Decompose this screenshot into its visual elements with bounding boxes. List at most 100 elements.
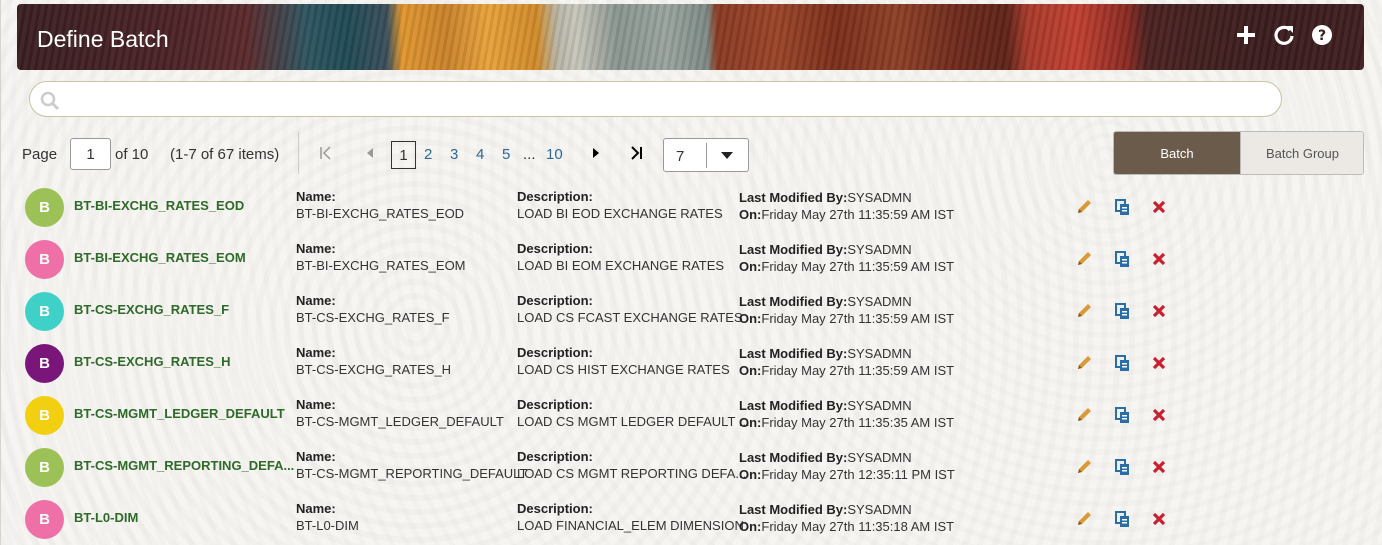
last-modified-by-label: Last Modified By: — [739, 242, 848, 257]
edit-icon[interactable] — [1074, 509, 1094, 529]
avatar: B — [25, 500, 64, 539]
edit-icon[interactable] — [1074, 197, 1094, 217]
last-modified-on-label: On: — [739, 363, 762, 378]
batch-code-link[interactable]: BT-L0-DIM — [74, 510, 138, 525]
search-icon — [40, 91, 60, 116]
last-modified-on-label: On: — [739, 207, 762, 222]
copy-icon[interactable] — [1113, 405, 1133, 425]
last-modified-on-value: Friday May 27th 12:35:11 PM IST — [761, 467, 955, 482]
page-link-5[interactable]: 5 — [502, 146, 510, 163]
last-modified-on-label: On: — [739, 311, 762, 326]
description-label: Description: — [517, 397, 593, 412]
add-icon[interactable] — [1234, 23, 1258, 47]
tab-batch[interactable]: Batch — [1114, 132, 1240, 174]
last-modified-on: On:Friday May 27th 11:35:18 AM IST — [739, 519, 954, 534]
name-value: BT-CS-EXCHG_RATES_F — [296, 310, 450, 325]
page-link-10[interactable]: 10 — [546, 146, 563, 163]
last-modified-by: Last Modified By:SYSADMN — [739, 398, 912, 413]
avatar: B — [25, 448, 64, 487]
name-label: Name: — [296, 501, 336, 516]
first-page-icon[interactable] — [318, 145, 334, 165]
last-modified-by-value: SYSADMN — [847, 398, 912, 413]
edit-icon[interactable] — [1074, 353, 1094, 373]
page-number-input[interactable]: 1 — [70, 138, 111, 170]
last-modified-by: Last Modified By:SYSADMN — [739, 242, 912, 257]
last-modified-by-value: SYSADMN — [847, 190, 912, 205]
delete-icon[interactable] — [1149, 197, 1169, 217]
batch-code-link[interactable]: BT-CS-EXCHG_RATES_H — [74, 354, 231, 369]
delete-icon[interactable] — [1149, 301, 1169, 321]
name-label: Name: — [296, 241, 336, 256]
edit-icon[interactable] — [1074, 249, 1094, 269]
page-link-current[interactable]: 1 — [391, 141, 416, 169]
last-modified-on-label: On: — [739, 467, 762, 482]
edit-icon[interactable] — [1074, 301, 1094, 321]
delete-icon[interactable] — [1149, 249, 1169, 269]
copy-icon[interactable] — [1113, 249, 1133, 269]
view-toggle: Batch Batch Group — [1113, 131, 1364, 175]
page-link-3[interactable]: 3 — [450, 146, 458, 163]
delete-icon[interactable] — [1149, 509, 1169, 529]
last-modified-by: Last Modified By:SYSADMN — [739, 502, 912, 517]
copy-icon[interactable] — [1113, 197, 1133, 217]
last-modified-on: On:Friday May 27th 11:35:59 AM IST — [739, 311, 954, 326]
name-value: BT-CS-MGMT_REPORTING_DEFAULT — [296, 466, 528, 481]
batch-code-link[interactable]: BT-CS-MGMT_LEDGER_DEFAULT — [74, 406, 285, 421]
refresh-icon[interactable] — [1272, 23, 1296, 47]
last-modified-on: On:Friday May 27th 11:35:59 AM IST — [739, 259, 954, 274]
app-frame: Define Batch ? Page 1 of 10 (1-7 of 67 i… — [0, 0, 1382, 545]
page-ellipsis: ... — [523, 146, 536, 163]
page-link-2[interactable]: 2 — [424, 146, 432, 163]
name-value: BT-CS-EXCHG_RATES_H — [296, 362, 452, 377]
search-input[interactable] — [66, 86, 1266, 112]
tab-batch-group[interactable]: Batch Group — [1240, 132, 1363, 174]
batch-code-link[interactable]: BT-CS-MGMT_REPORTING_DEFA... — [74, 458, 294, 473]
page-link-4[interactable]: 4 — [476, 146, 484, 163]
last-modified-on: On:Friday May 27th 11:35:59 AM IST — [739, 207, 954, 222]
page-size-select[interactable]: 7 — [663, 138, 749, 172]
description-value: LOAD CS HIST EXCHANGE RATES — [517, 362, 730, 377]
avatar: B — [25, 396, 64, 435]
list-item: B BT-L0-DIM Name: BT-L0-DIM Description: LOAD… — [1, 492, 1382, 544]
edit-icon[interactable] — [1074, 457, 1094, 477]
delete-icon[interactable] — [1149, 405, 1169, 425]
batch-code-link[interactable]: BT-BI-EXCHG_RATES_EOD — [74, 198, 244, 213]
batch-code-link[interactable]: BT-CS-EXCHG_RATES_F — [74, 302, 229, 317]
page-title: Define Batch — [37, 26, 169, 52]
last-modified-by-value: SYSADMN — [847, 242, 912, 257]
next-page-icon[interactable] — [590, 146, 602, 164]
page-label: Page — [22, 146, 58, 163]
last-page-icon[interactable] — [628, 145, 644, 165]
name-label: Name: — [296, 189, 336, 204]
description-label: Description: — [517, 241, 593, 256]
name-label: Name: — [296, 449, 336, 464]
list-item: B BT-CS-MGMT_LEDGER_DEFAULT Name: BT-CS-MGM… — [1, 388, 1382, 440]
copy-icon[interactable] — [1113, 353, 1133, 373]
list-item: B BT-CS-MGMT_REPORTING_DEFA... Name: BT-CS-… — [1, 440, 1382, 492]
copy-icon[interactable] — [1113, 457, 1133, 477]
delete-icon[interactable] — [1149, 353, 1169, 373]
description-label: Description: — [517, 501, 593, 516]
last-modified-by-value: SYSADMN — [847, 502, 912, 517]
batch-code-link[interactable]: BT-BI-EXCHG_RATES_EOM — [74, 250, 246, 265]
help-icon[interactable]: ? — [1310, 23, 1334, 47]
avatar: B — [25, 344, 64, 383]
last-modified-on-label: On: — [739, 415, 762, 430]
last-modified-on-value: Friday May 27th 11:35:18 AM IST — [761, 519, 955, 534]
description-value: LOAD BI EOM EXCHANGE RATES — [517, 258, 725, 273]
list-item: B BT-CS-EXCHG_RATES_F Name: BT-CS-EXCHG_RAT… — [1, 284, 1382, 336]
chevron-down-icon — [721, 152, 733, 159]
copy-icon[interactable] — [1113, 301, 1133, 321]
last-modified-on-label: On: — [739, 259, 762, 274]
last-modified-by-value: SYSADMN — [847, 346, 912, 361]
previous-page-icon[interactable] — [364, 146, 376, 164]
description-label: Description: — [517, 345, 593, 360]
delete-icon[interactable] — [1149, 457, 1169, 477]
name-label: Name: — [296, 397, 336, 412]
svg-text:?: ? — [1318, 28, 1326, 44]
copy-icon[interactable] — [1113, 509, 1133, 529]
edit-icon[interactable] — [1074, 405, 1094, 425]
avatar: B — [25, 188, 64, 227]
name-label: Name: — [296, 345, 336, 360]
list-item: B BT-BI-EXCHG_RATES_EOM Name: BT-BI-EXCHG_R… — [1, 232, 1382, 284]
